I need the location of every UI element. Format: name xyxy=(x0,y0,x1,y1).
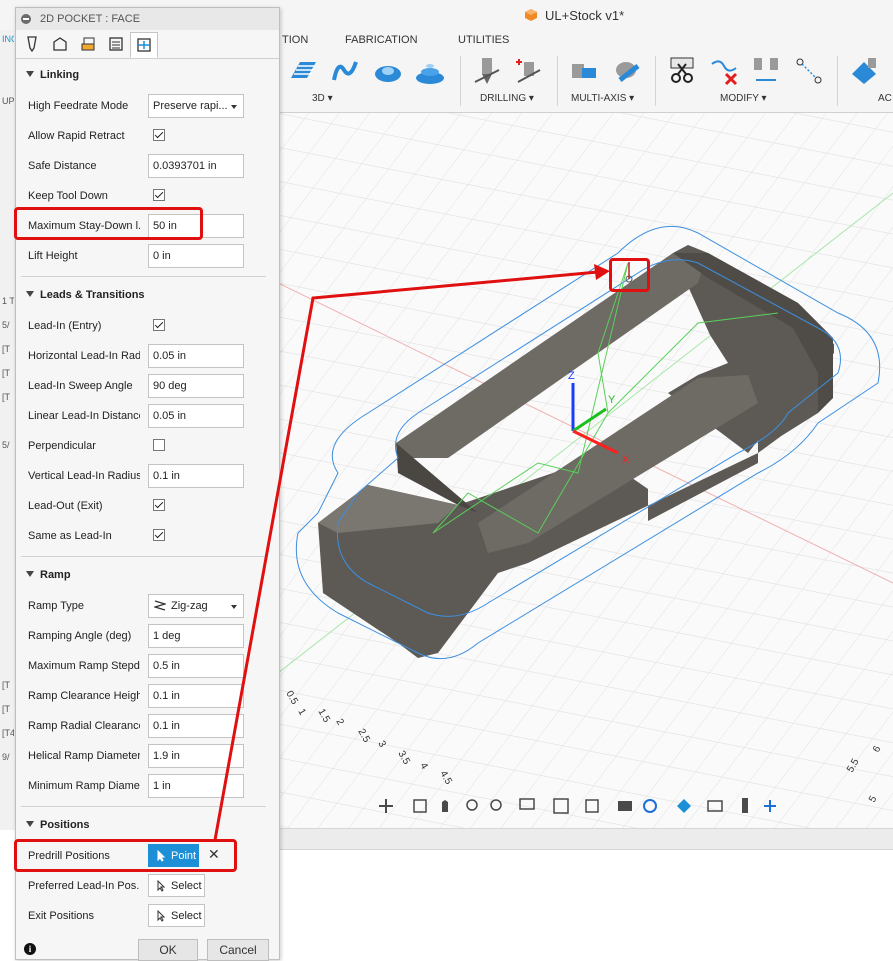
annotation-arrow xyxy=(213,262,633,841)
